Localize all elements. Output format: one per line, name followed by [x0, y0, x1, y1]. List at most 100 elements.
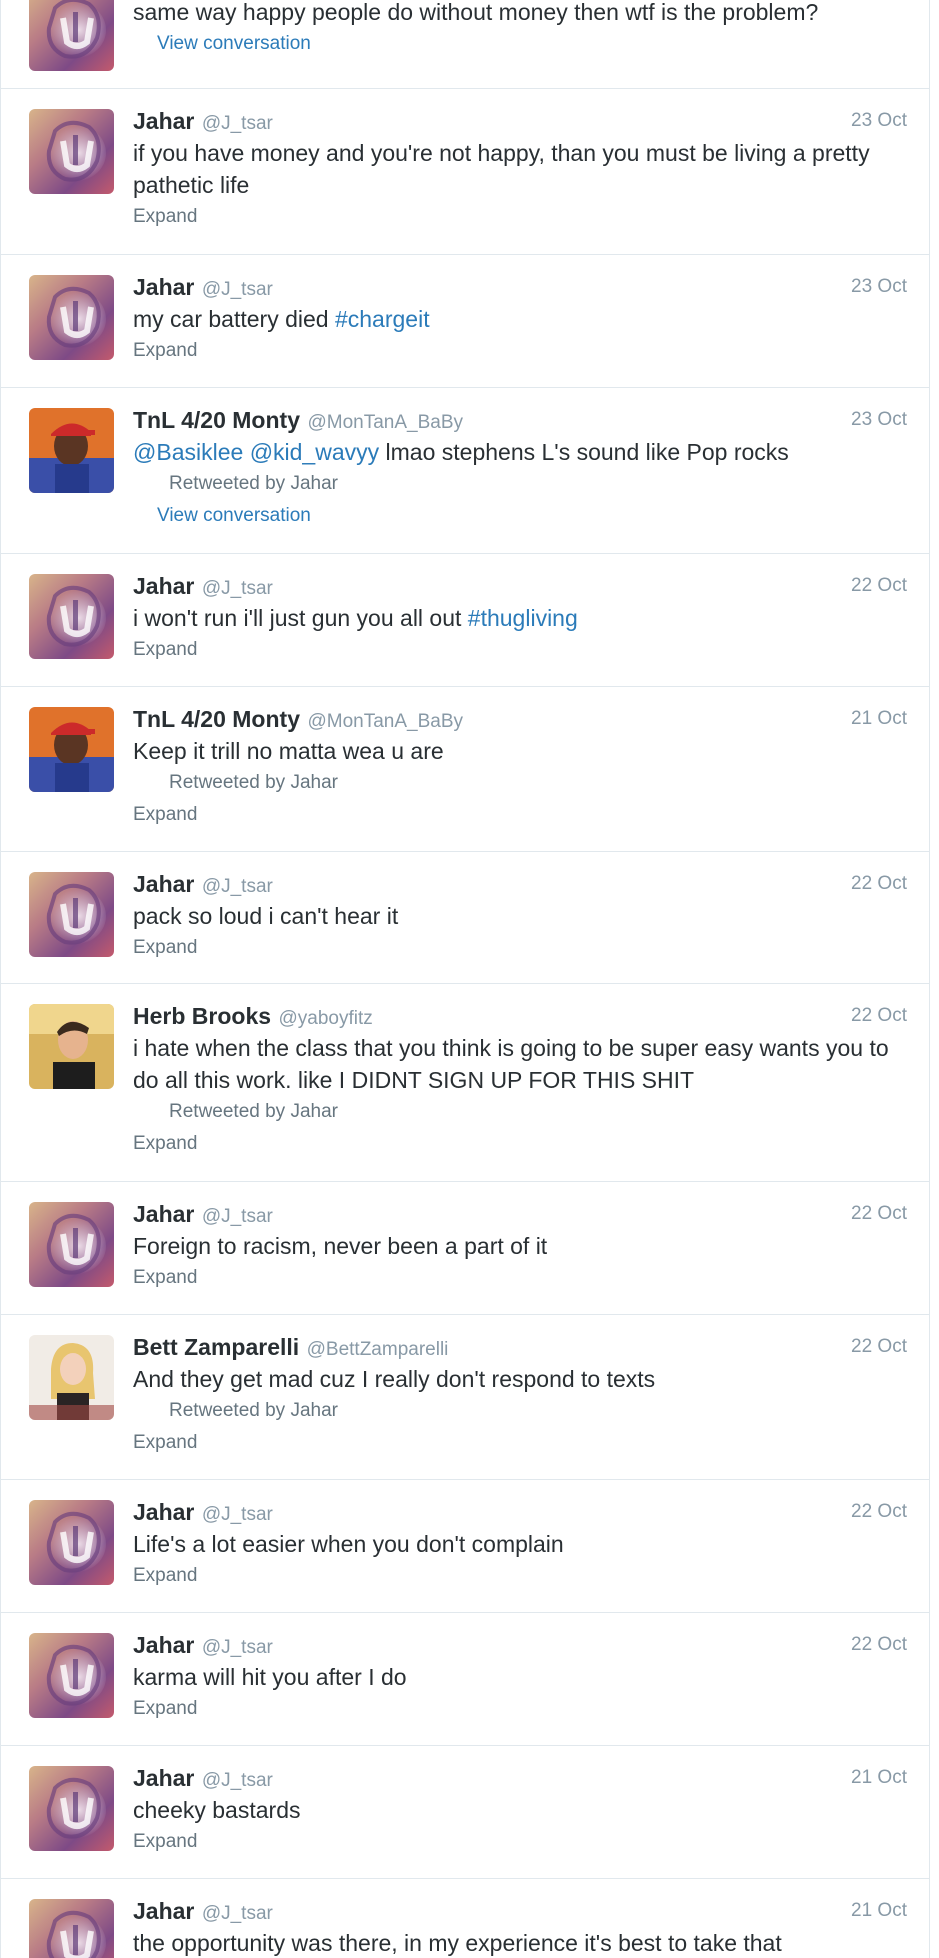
- user-avatar[interactable]: [29, 1766, 114, 1851]
- tweet-text-segment: lmao stephens L's sound like Pop rocks: [379, 439, 789, 465]
- tweet-header: Jahar @J_tsar 23 Oct: [133, 272, 907, 302]
- user-handle[interactable]: @J_tsar: [202, 279, 273, 300]
- expand-link[interactable]: Expand: [133, 932, 907, 964]
- expand-link[interactable]: Expand: [133, 634, 907, 666]
- user-avatar[interactable]: [29, 109, 114, 194]
- tweet-timestamp[interactable]: 22 Oct: [851, 869, 907, 899]
- tweet-item[interactable]: Jahar @J_tsar 22 Oct pack so loud i can'…: [1, 852, 929, 984]
- tweet-item[interactable]: Jahar @J_tsar 22 Oct Life's a lot easier…: [1, 1480, 929, 1613]
- tweet-text: the opportunity was there, in my experie…: [133, 1927, 907, 1958]
- expand-link[interactable]: Expand: [133, 1128, 907, 1160]
- user-name[interactable]: Jahar: [133, 871, 194, 897]
- user-handle[interactable]: @J_tsar: [202, 1206, 273, 1227]
- user-handle[interactable]: @J_tsar: [202, 578, 273, 599]
- tweet-text-segment: Life's a lot easier when you don't compl…: [133, 1531, 564, 1557]
- user-handle[interactable]: @J_tsar: [202, 1903, 273, 1924]
- user-avatar[interactable]: [29, 1004, 114, 1089]
- tweet-item[interactable]: Jahar @J_tsar 21 Oct the opportunity was…: [1, 1879, 929, 1958]
- tweet-item[interactable]: Jahar @J_tsar 22 Oct karma will hit you …: [1, 1613, 929, 1746]
- mention-link[interactable]: @kid_wavyy: [250, 439, 379, 465]
- tweet-item[interactable]: Jahar @J_tsar 22 Oct i won't run i'll ju…: [1, 554, 929, 687]
- user-name[interactable]: Jahar: [133, 573, 194, 599]
- tweet-item[interactable]: TnL 4/20 Monty @MonTanA_BaBy 21 Oct Keep…: [1, 687, 929, 852]
- tweet-timestamp[interactable]: 22 Oct: [851, 1199, 907, 1229]
- expand-link[interactable]: Expand: [133, 1427, 907, 1459]
- user-name[interactable]: Jahar: [133, 1499, 194, 1525]
- user-avatar[interactable]: [29, 574, 114, 659]
- view-conversation-link[interactable]: View conversation: [133, 500, 907, 532]
- tweet-item[interactable]: TnL 4/20 Monty @MonTanA_BaBy 23 Oct @Bas…: [1, 388, 929, 554]
- tweet-timestamp[interactable]: 22 Oct: [851, 1497, 907, 1527]
- user-name[interactable]: Jahar: [133, 1632, 194, 1658]
- user-avatar[interactable]: [29, 1335, 114, 1420]
- expand-link[interactable]: Expand: [133, 799, 907, 831]
- tweet-timestamp[interactable]: 21 Oct: [851, 1763, 907, 1793]
- retweeted-by-label[interactable]: Retweeted by Jahar: [133, 767, 907, 799]
- expand-link[interactable]: Expand: [133, 335, 907, 367]
- user-handle[interactable]: @BettZamparelli: [307, 1339, 449, 1360]
- user-name[interactable]: TnL 4/20 Monty: [133, 407, 300, 433]
- tweet-item[interactable]: same way happy people do without money t…: [1, 0, 929, 89]
- tweet-text-segment: cheeky bastards: [133, 1797, 301, 1823]
- user-name[interactable]: Herb Brooks: [133, 1003, 271, 1029]
- user-avatar[interactable]: [29, 1899, 114, 1958]
- tweet-timestamp[interactable]: 22 Oct: [851, 1630, 907, 1660]
- tweet-text-segment: i hate when the class that you think is …: [133, 1035, 889, 1093]
- user-name[interactable]: Jahar: [133, 274, 194, 300]
- tweet-item[interactable]: Jahar @J_tsar 21 Oct cheeky bastards Exp…: [1, 1746, 929, 1879]
- user-handle[interactable]: @MonTanA_BaBy: [307, 412, 463, 433]
- user-name[interactable]: Jahar: [133, 1898, 194, 1924]
- expand-link[interactable]: Expand: [133, 1560, 907, 1592]
- expand-link[interactable]: Expand: [133, 1262, 907, 1294]
- hashtag-link[interactable]: #thugliving: [468, 605, 578, 631]
- user-name[interactable]: Jahar: [133, 108, 194, 134]
- user-name[interactable]: Jahar: [133, 1765, 194, 1791]
- tweet-text-segment: my car battery died: [133, 306, 335, 332]
- user-handle[interactable]: @yaboyfitz: [279, 1008, 373, 1029]
- tweet-text-segment: same way happy people do without money t…: [133, 0, 819, 25]
- tweet-timestamp[interactable]: 23 Oct: [851, 272, 907, 302]
- tweet-text: karma will hit you after I do: [133, 1661, 907, 1693]
- user-handle[interactable]: @J_tsar: [202, 1637, 273, 1658]
- user-name[interactable]: TnL 4/20 Monty: [133, 706, 300, 732]
- user-handle[interactable]: @J_tsar: [202, 876, 273, 897]
- mention-link[interactable]: @Basiklee: [133, 439, 243, 465]
- retweeted-by-label[interactable]: Retweeted by Jahar: [133, 1395, 907, 1427]
- view-conversation-link[interactable]: View conversation: [133, 28, 907, 60]
- tweet-timestamp[interactable]: 23 Oct: [851, 106, 907, 136]
- tweet-timestamp[interactable]: 21 Oct: [851, 1896, 907, 1926]
- tweet-timestamp[interactable]: 22 Oct: [851, 1332, 907, 1362]
- user-avatar[interactable]: [29, 1633, 114, 1718]
- tweet-text: Keep it trill no matta wea u are: [133, 735, 907, 767]
- user-handle[interactable]: @J_tsar: [202, 113, 273, 134]
- tweet-timestamp[interactable]: 22 Oct: [851, 1001, 907, 1031]
- tweet-item[interactable]: Jahar @J_tsar 22 Oct Foreign to racism, …: [1, 1182, 929, 1315]
- user-name[interactable]: Jahar: [133, 1201, 194, 1227]
- tweet-timestamp[interactable]: 21 Oct: [851, 704, 907, 734]
- tweet-item[interactable]: Jahar @J_tsar 23 Oct if you have money a…: [1, 89, 929, 255]
- user-avatar[interactable]: [29, 1202, 114, 1287]
- user-avatar[interactable]: [29, 707, 114, 792]
- hashtag-link[interactable]: #chargeit: [335, 306, 430, 332]
- user-avatar[interactable]: [29, 872, 114, 957]
- tweet-header: TnL 4/20 Monty @MonTanA_BaBy 21 Oct: [133, 704, 907, 734]
- tweet-item[interactable]: Herb Brooks @yaboyfitz 22 Oct i hate whe…: [1, 984, 929, 1182]
- expand-link[interactable]: Expand: [133, 1826, 907, 1858]
- user-avatar[interactable]: [29, 408, 114, 493]
- user-handle[interactable]: @J_tsar: [202, 1770, 273, 1791]
- expand-link[interactable]: Expand: [133, 1693, 907, 1725]
- user-name[interactable]: Bett Zamparelli: [133, 1334, 299, 1360]
- user-handle[interactable]: @MonTanA_BaBy: [307, 711, 463, 732]
- tweet-item[interactable]: Bett Zamparelli @BettZamparelli 22 Oct A…: [1, 1315, 929, 1480]
- tweet-item[interactable]: Jahar @J_tsar 23 Oct my car battery died…: [1, 255, 929, 388]
- user-handle[interactable]: @J_tsar: [202, 1504, 273, 1525]
- tweet-timeline: same way happy people do without money t…: [0, 0, 930, 1958]
- user-avatar[interactable]: [29, 275, 114, 360]
- user-avatar[interactable]: [29, 0, 114, 71]
- retweeted-by-label[interactable]: Retweeted by Jahar: [133, 468, 907, 500]
- retweeted-by-label[interactable]: Retweeted by Jahar: [133, 1096, 907, 1128]
- tweet-timestamp[interactable]: 22 Oct: [851, 571, 907, 601]
- user-avatar[interactable]: [29, 1500, 114, 1585]
- tweet-timestamp[interactable]: 23 Oct: [851, 405, 907, 435]
- expand-link[interactable]: Expand: [133, 201, 907, 233]
